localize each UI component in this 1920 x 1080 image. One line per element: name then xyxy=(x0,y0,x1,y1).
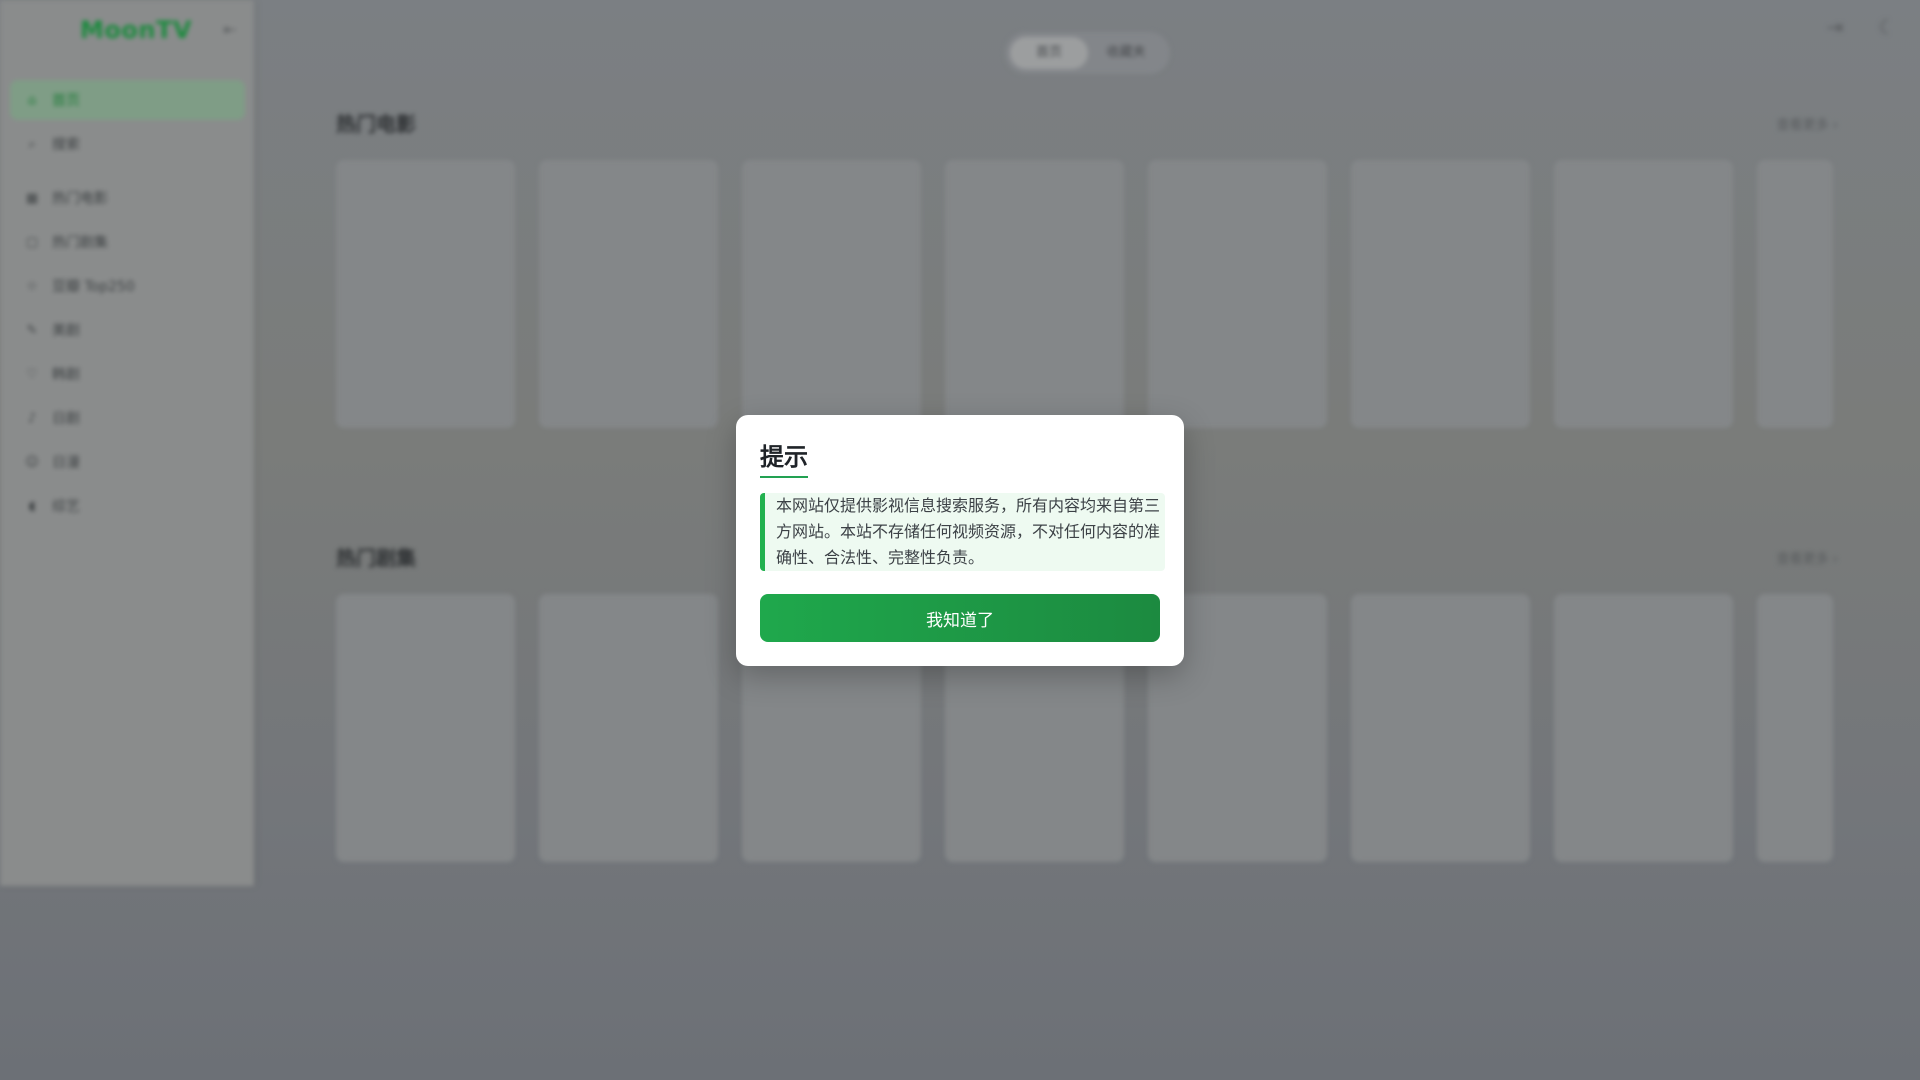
sidebar-item-label: 热门剧集 xyxy=(52,235,108,251)
movie-card-placeholder[interactable] xyxy=(1757,160,1833,428)
movie-card-placeholder[interactable] xyxy=(1148,160,1327,428)
sidebar-collapse-icon[interactable]: ⇤ xyxy=(220,20,240,40)
sidebar-item-label: 搜索 xyxy=(52,137,80,153)
tab-favorites[interactable]: 收藏夹 xyxy=(1087,37,1165,69)
movie-card-placeholder[interactable] xyxy=(336,160,515,428)
series-card-placeholder[interactable] xyxy=(539,594,718,862)
movie-card-placeholder[interactable] xyxy=(742,160,921,428)
sidebar-item-label: 首页 xyxy=(52,93,80,109)
moon-icon[interactable]: ☾ xyxy=(1874,14,1900,40)
sidebar-item-series[interactable]: ▢ 热门剧集 xyxy=(10,222,245,262)
series-card-placeholder[interactable] xyxy=(1757,594,1833,862)
tab-home[interactable]: 首页 xyxy=(1010,37,1088,69)
series-card-placeholder[interactable] xyxy=(336,594,515,862)
sidebar-item-label: 韩剧 xyxy=(52,367,80,383)
top-right-actions: ⇥ ☾ xyxy=(1822,14,1900,40)
sidebar-item-label: 美剧 xyxy=(52,323,80,339)
series-card-placeholder[interactable] xyxy=(1351,594,1530,862)
tv-icon: ▢ xyxy=(25,234,39,250)
sidebar-item-top250[interactable]: ☆ 豆瓣 Top250 xyxy=(10,266,245,306)
disclaimer-modal: 提示 本网站仅提供影视信息搜索服务，所有内容均来自第三方网站。本站不存储任何视频… xyxy=(736,415,1184,666)
section-title-movies: 热门电影 xyxy=(336,112,416,136)
sidebar: MoonTV ⇤ ⌂ 首页 ⌕ 搜索 ▦ 热门电影 ▢ 热门剧集 ☆ 豆瓣 Top250 … xyxy=(0,0,254,886)
sidebar-item-label: 豆瓣 Top250 xyxy=(52,279,135,295)
modal-notice-box: 本网站仅提供影视信息搜索服务，所有内容均来自第三方网站。本站不存储任何视频资源，… xyxy=(760,493,1165,571)
logout-icon[interactable]: ⇥ xyxy=(1822,14,1848,40)
sidebar-item-label: 综艺 xyxy=(52,499,80,515)
home-icon: ⌂ xyxy=(27,92,37,108)
app-logo: MoonTV xyxy=(80,16,192,44)
sidebar-item-us-drama[interactable]: ✎ 美剧 xyxy=(10,310,245,350)
acknowledge-button[interactable]: 我知道了 xyxy=(760,594,1160,642)
more-link-movies[interactable]: 查看更多 › xyxy=(1777,114,1838,133)
mic-icon: ◖ xyxy=(28,498,36,514)
movie-card-placeholder[interactable] xyxy=(945,160,1124,428)
series-card-placeholder[interactable] xyxy=(1554,594,1733,862)
music-icon: ♪ xyxy=(27,410,37,426)
section-title-series: 热门剧集 xyxy=(336,546,416,570)
search-icon: ⌕ xyxy=(28,136,36,152)
sidebar-item-search[interactable]: ⌕ 搜索 xyxy=(10,124,245,164)
more-link-series[interactable]: 查看更多 › xyxy=(1777,548,1838,567)
clapper-icon: ✎ xyxy=(26,322,38,338)
sidebar-item-movies[interactable]: ▦ 热门电影 xyxy=(10,178,245,218)
sidebar-item-anime[interactable]: ☺ 日漫 xyxy=(10,442,245,482)
modal-notice-text: 本网站仅提供影视信息搜索服务，所有内容均来自第三方网站。本站不存储任何视频资源，… xyxy=(776,496,1161,567)
movie-card-placeholder[interactable] xyxy=(1554,160,1733,428)
sidebar-item-home[interactable]: ⌂ 首页 xyxy=(10,80,245,120)
star-icon: ☆ xyxy=(26,278,38,294)
sidebar-item-label: 热门电影 xyxy=(52,191,108,207)
sidebar-item-jp-drama[interactable]: ♪ 日剧 xyxy=(10,398,245,438)
heart-icon: ♡ xyxy=(26,366,38,382)
modal-title: 提示 xyxy=(760,437,808,478)
movie-card-placeholder[interactable] xyxy=(1351,160,1530,428)
film-icon: ▦ xyxy=(25,190,39,206)
sidebar-item-kr-drama[interactable]: ♡ 韩剧 xyxy=(10,354,245,394)
sidebar-item-label: 日漫 xyxy=(52,455,80,471)
home-favorites-toggle: 首页 收藏夹 xyxy=(1005,32,1170,74)
movie-card-row xyxy=(336,160,1833,428)
sidebar-item-variety[interactable]: ◖ 综艺 xyxy=(10,486,245,526)
sidebar-item-label: 日剧 xyxy=(52,411,80,427)
movie-card-placeholder[interactable] xyxy=(539,160,718,428)
smile-icon: ☺ xyxy=(25,454,39,470)
sidebar-nav: ⌂ 首页 ⌕ 搜索 ▦ 热门电影 ▢ 热门剧集 ☆ 豆瓣 Top250 ✎ 美剧 ♡ 韩剧 ♪… xyxy=(10,80,245,530)
